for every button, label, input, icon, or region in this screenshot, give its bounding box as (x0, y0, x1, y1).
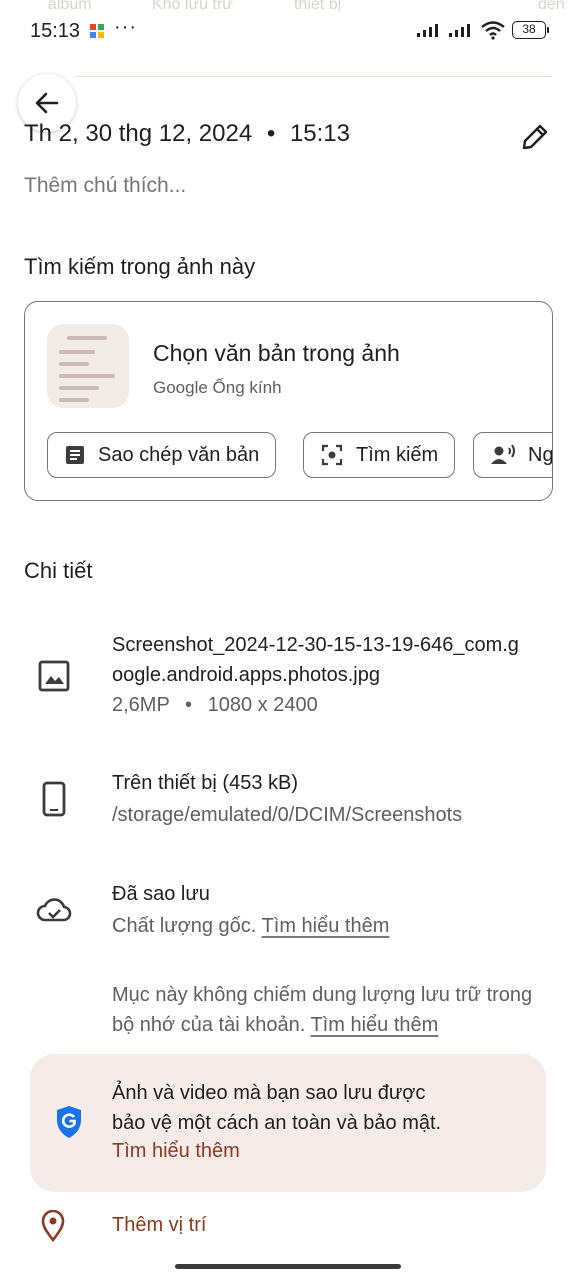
protection-line-1: Ảnh và video mà bạn sao lưu được (112, 1082, 426, 1104)
document-icon (66, 446, 84, 464)
add-location-button[interactable]: Thêm vị trí (112, 1214, 206, 1237)
cloud-done-icon (36, 898, 72, 922)
backup-note-learn-more-link[interactable]: Tìm hiểu thêm (310, 1014, 438, 1036)
backup-learn-more-link[interactable]: Tìm hiểu thêm (262, 915, 390, 937)
location-pin-icon (41, 1210, 65, 1242)
date-separator: • (266, 120, 276, 147)
file-megapixels: 2,6MP (112, 694, 170, 716)
lens-search-icon (321, 444, 343, 466)
backup-title: Đã sao lưu (112, 883, 210, 905)
backup-quality: Chất lượng gốc. Tìm hiểu thêm (112, 911, 389, 941)
google-shield-icon (57, 1106, 81, 1138)
file-name-line-2: oogle.android.apps.photos.jpg (112, 664, 380, 686)
listen-chip[interactable]: Ng (473, 432, 553, 478)
listen-chip-label: Ng (528, 443, 553, 466)
more-notifications-icon: ··· (114, 16, 137, 38)
phone-icon (42, 781, 66, 817)
background-tab-more: đến (538, 0, 565, 13)
backup-quality-text: Chất lượng gốc. (112, 915, 257, 937)
copy-text-chip[interactable]: Sao chép văn bản (47, 432, 277, 478)
storage-title: Trên thiết bị (453 kB) (112, 772, 299, 794)
lens-card[interactable]: Chọn văn bản trong ảnh Google Ống kính S… (24, 301, 553, 501)
lens-subtitle: Google Ống kính (153, 378, 282, 397)
signal-2-icon (449, 24, 470, 37)
file-resolution: 1080 x 2400 (207, 694, 318, 716)
backup-note-line-1: Mục này không chiếm dung lượng lưu trữ t… (112, 984, 533, 1006)
search-chip[interactable]: Tìm kiếm (303, 432, 456, 478)
listen-icon (491, 444, 515, 464)
home-indicator[interactable] (175, 1264, 401, 1269)
header-divider (76, 76, 552, 77)
edit-date-button[interactable] (518, 120, 552, 154)
pencil-icon (522, 124, 548, 150)
search-chip-label: Tìm kiếm (356, 443, 439, 466)
status-indicators: 38 (416, 20, 549, 40)
protection-line-2: bảo vệ một cách an toàn và bảo mật. (112, 1112, 442, 1134)
copy-text-label: Sao chép văn bản (98, 443, 260, 466)
file-name-line-1: Screenshot_2024-12-30-15-13-19-646_com.g (112, 634, 519, 656)
photo-date: Th 2, 30 thg 12, 2024 (24, 120, 253, 147)
photo-date-time: Th 2, 30 thg 12, 2024 • 15:13 (24, 120, 350, 148)
backup-note-line-2: bộ nhớ của tài khoản. (112, 1014, 306, 1036)
file-dimensions: 2,6MP • 1080 x 2400 (112, 690, 318, 720)
photo-time: 15:13 (289, 120, 350, 147)
protection-text: Ảnh và video mà bạn sao lưu được bảo vệ … (112, 1078, 512, 1138)
background-tab-device: thiết bị (294, 0, 342, 13)
caption-field[interactable]: Thêm chú thích... (24, 174, 186, 198)
signal-icon (417, 24, 438, 37)
lens-title: Chọn văn bản trong ảnh (153, 340, 400, 366)
status-time: 15:13 (30, 20, 81, 42)
arrow-back-icon (35, 92, 59, 114)
battery-indicator: 38 (512, 21, 549, 39)
file-separator: • (185, 694, 193, 716)
file-name: Screenshot_2024-12-30-15-13-19-646_com.g… (112, 630, 519, 690)
protection-learn-more-link[interactable]: Tìm hiểu thêm (112, 1140, 240, 1163)
backup-note: Mục này không chiếm dung lượng lưu trữ t… (112, 980, 532, 1040)
wifi-icon (481, 21, 505, 40)
protection-card: Ảnh và video mà bạn sao lưu được bảo vệ … (30, 1054, 546, 1192)
storage-path: /storage/emulated/0/DCIM/Screenshots (112, 804, 463, 826)
app-notification-icon (90, 24, 104, 38)
photo-thumbnail (47, 324, 129, 408)
background-tab-archive: Kho lưu trữ (152, 0, 234, 13)
background-tab-album: album (48, 0, 92, 13)
image-icon (38, 660, 70, 692)
lens-section-heading: Tìm kiếm trong ảnh này (24, 254, 256, 279)
details-heading: Chi tiết (24, 558, 93, 583)
